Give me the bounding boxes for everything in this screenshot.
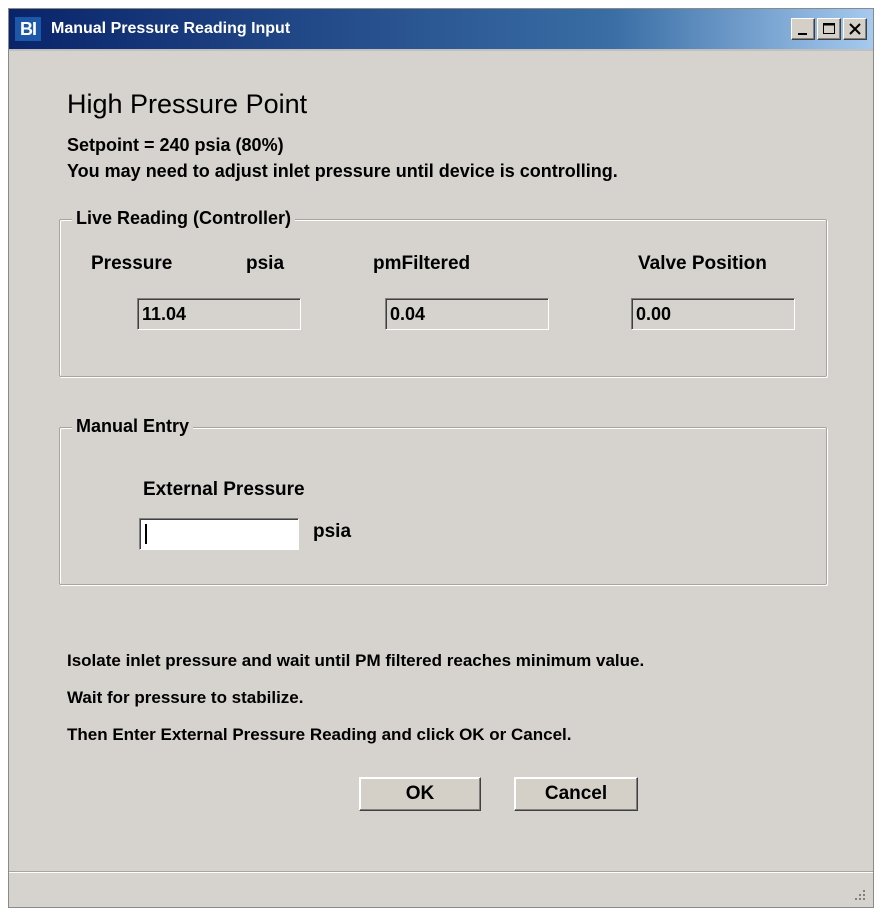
app-icon: BI	[15, 17, 41, 41]
pm-filtered-label: pmFiltered	[373, 253, 471, 274]
close-icon	[849, 23, 861, 35]
external-pressure-wrapper	[139, 518, 299, 550]
maximize-icon	[823, 23, 835, 34]
close-button[interactable]	[843, 18, 867, 40]
maximize-button[interactable]	[817, 18, 841, 40]
manual-entry-group: Manual Entry External Pressure psia	[59, 416, 827, 585]
title-bar[interactable]: BI Manual Pressure Reading Input	[9, 9, 873, 51]
adjust-hint-text: You may need to adjust inlet pressure un…	[67, 161, 618, 181]
instruction-stabilize: Wait for pressure to stabilize.	[67, 688, 304, 707]
external-pressure-input[interactable]	[139, 518, 299, 550]
manual-entry-legend: Manual Entry	[72, 416, 194, 437]
minimize-button[interactable]	[791, 18, 815, 40]
valve-position-label: Valve Position	[638, 253, 767, 274]
instruction-enter: Then Enter External Pressure Reading and…	[67, 725, 572, 744]
live-reading-legend: Live Reading (Controller)	[72, 208, 296, 229]
ok-button[interactable]: OK	[359, 777, 481, 811]
pressure-value-field: 11.04	[137, 298, 301, 330]
dialog-window: BI Manual Pressure Reading Input High Pr…	[8, 8, 874, 908]
live-reading-group: Live Reading (Controller) Pressure psia …	[59, 208, 827, 377]
pressure-label: Pressure	[91, 253, 173, 274]
external-pressure-unit: psia	[313, 521, 352, 542]
pressure-unit-label: psia	[246, 253, 285, 274]
external-pressure-label: External Pressure	[143, 479, 305, 500]
setpoint-text: Setpoint = 240 psia (80%)	[67, 135, 284, 155]
valve-position-value-field: 0.00	[631, 298, 795, 330]
instruction-isolate: Isolate inlet pressure and wait until PM…	[67, 651, 645, 670]
text-caret	[145, 524, 147, 544]
minimize-icon	[798, 33, 807, 35]
pm-filtered-value-field: 0.04	[385, 298, 549, 330]
page-title: High Pressure Point	[67, 89, 308, 119]
cancel-button[interactable]: Cancel	[514, 777, 638, 811]
status-bar	[9, 871, 873, 908]
resize-grip-icon[interactable]	[853, 888, 867, 902]
window-title: Manual Pressure Reading Input	[51, 20, 291, 37]
